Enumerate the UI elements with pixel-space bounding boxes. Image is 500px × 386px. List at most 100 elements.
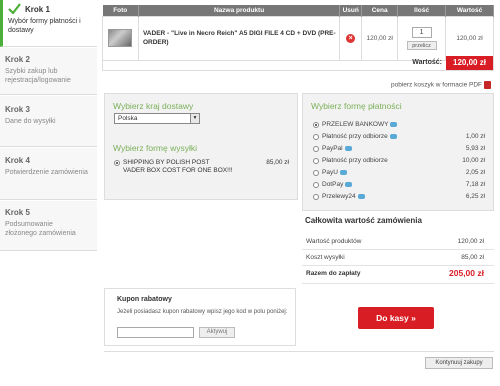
summary-title: Całkowita wartość zamówienia (305, 216, 422, 225)
step-5: Krok 5 Podsumowanie złożonego zamówienia (0, 201, 97, 251)
table-row: VADER - "Live in Necro Reich" A5 DIGI FI… (102, 15, 494, 61)
summary-total-value: 205,00 zł (449, 268, 484, 278)
summary-value: 120,00 zł (457, 238, 484, 245)
product-thumbnail-cell (102, 15, 139, 61)
step-3: Krok 3 Dane do wysyłki (0, 96, 97, 147)
payment-price: 7,18 zł (465, 181, 485, 188)
product-name[interactable]: VADER - "Live in Necro Reich" A5 DIGI FI… (137, 15, 341, 61)
product-value: 120,00 zł (445, 15, 494, 61)
continue-shopping-button[interactable]: Kontynuuj zakupy (425, 357, 493, 369)
payment-option[interactable]: Płatność przy odbiorze 10,00 zł (303, 156, 493, 167)
coupon-desc: Jeżeli posiadasz kupon rabatowy wpisz je… (117, 309, 288, 315)
info-icon[interactable] (339, 169, 347, 175)
shipping-panel: Wybierz kraj dostawy Polska ▼ Wybierz fo… (104, 93, 298, 200)
cart-table: Foto Nazwa produktu Usuń Cena Ilość Wart… (102, 5, 494, 61)
payment-label: PayU (322, 169, 347, 176)
country-title: Wybierz kraj dostawy (113, 101, 194, 111)
coupon-activate-button[interactable]: Aktywuj (199, 327, 235, 338)
payment-label: Płatność przy odbiorze (322, 133, 397, 140)
shipping-method-price: 85,00 zł (266, 159, 289, 166)
payment-panel: Wybierz formę płatności PRZELEW BANKOWY … (302, 93, 494, 211)
product-price: 120,00 zł (361, 15, 399, 61)
column-header: Wartość (445, 5, 494, 16)
remove-icon[interactable]: × (346, 33, 356, 43)
payment-radio[interactable] (313, 194, 319, 200)
step-4: Krok 4 Potwierdzenie zamówienia (0, 148, 97, 200)
payment-price: 10,00 zł (462, 157, 485, 164)
payment-label: DotPay (322, 181, 353, 188)
step-1: Krok 1 Wybór formy płatności i dostawy (0, 0, 97, 47)
checkout-button[interactable]: Do kasy » (358, 307, 434, 329)
payment-label: Płatność przy odbiorze (322, 157, 388, 164)
step-desc: Wybór formy płatności i dostawy (8, 18, 81, 34)
payment-option[interactable]: PRZELEW BANKOWY (303, 120, 493, 131)
step-desc: Podsumowanie złożonego zamówienia (5, 221, 76, 237)
step-desc: Potwierdzenie zamówienia (5, 169, 88, 176)
payment-price: 1,00 zł (465, 133, 485, 140)
summary-row: Koszt wysyłki 85,00 zł (302, 250, 494, 266)
payment-option[interactable]: Płatność przy odbiorze 1,00 zł (303, 132, 493, 143)
payment-label: PayPal (322, 145, 352, 152)
payment-option[interactable]: PayU 2,05 zł (303, 168, 493, 179)
info-icon[interactable] (390, 121, 398, 127)
step-title: Krok 1 (25, 5, 50, 14)
step-desc: Dane do wysyłki (5, 118, 56, 125)
coupon-input[interactable] (117, 327, 194, 338)
step-desc: Szybki zakup lub rejestracja/logowanie (5, 68, 71, 84)
cart-total-value: 120,00 zł (446, 56, 493, 70)
payment-option[interactable]: Przelewy24 6,25 zł (303, 192, 493, 203)
summary-row: Wartość produktów 120,00 zł (302, 234, 494, 250)
summary-label: Koszt wysyłki (306, 254, 345, 261)
pdf-icon[interactable] (484, 81, 491, 89)
pdf-download-link[interactable]: pobierz koszyk w formacie PDF (391, 81, 491, 89)
coupon-box: Kupon rabatowy Jeżeli posiadasz kupon ra… (104, 288, 296, 346)
payment-radio[interactable] (313, 122, 319, 128)
coupon-title: Kupon rabatowy (117, 296, 172, 303)
shipping-method-title: Wybierz formę wysyłki (113, 143, 197, 153)
payment-radio[interactable] (313, 182, 319, 188)
info-icon[interactable] (345, 181, 353, 187)
column-header: Foto (102, 5, 139, 16)
summary-total-row: Razem do zapłaty 205,00 zł (302, 266, 494, 284)
column-header: Ilość (397, 5, 447, 16)
pdf-link-label[interactable]: pobierz koszyk w formacie PDF (391, 82, 482, 89)
chevron-down-icon[interactable]: ▼ (190, 114, 199, 123)
summary-label: Wartość produktów (306, 238, 362, 245)
cart-total-row: Wartość: 120,00 zł (102, 56, 494, 71)
step-title: Krok 5 (5, 208, 30, 217)
payment-radio[interactable] (313, 134, 319, 140)
payment-radio[interactable] (313, 170, 319, 176)
cart-total-label: Wartość: (412, 59, 442, 66)
step-title: Krok 4 (5, 156, 30, 165)
summary-label: Razem do zapłaty (306, 270, 361, 277)
column-header: Cena (361, 5, 399, 16)
shipping-method-label: SHIPPING BY POLISH POST VADER BOX COST F… (123, 159, 233, 174)
column-header: Nazwa produktu (138, 5, 341, 16)
payment-price: 2,05 zł (465, 169, 485, 176)
quantity-input[interactable]: 1 (411, 26, 432, 38)
info-icon[interactable] (389, 133, 397, 139)
shipping-method-radio[interactable] (114, 160, 120, 166)
country-select[interactable]: Polska ▼ (114, 113, 200, 124)
quantity-cell: 1 przelicz (397, 15, 447, 61)
info-icon[interactable] (357, 193, 365, 199)
product-thumbnail[interactable] (108, 29, 133, 47)
step-2: Krok 2 Szybki zakup lub rejestracja/logo… (0, 48, 97, 95)
divider (104, 351, 494, 352)
payment-option[interactable]: DotPay 7,18 zł (303, 180, 493, 191)
info-icon[interactable] (344, 145, 352, 151)
payment-label: Przelewy24 (322, 193, 365, 200)
summary-value: 85,00 zł (461, 254, 484, 261)
payment-price: 6,25 zł (465, 193, 485, 200)
recalculate-button[interactable]: przelicz (406, 40, 437, 50)
payment-option[interactable]: PayPal 5,93 zł (303, 144, 493, 155)
payment-radio[interactable] (313, 158, 319, 164)
step-title: Krok 2 (5, 55, 30, 64)
country-value: Polska (118, 115, 138, 122)
payment-label: PRZELEW BANKOWY (322, 121, 398, 128)
column-header: Usuń (339, 5, 363, 16)
payment-price: 5,93 zł (465, 145, 485, 152)
payment-radio[interactable] (313, 146, 319, 152)
delete-cell: × (339, 15, 363, 61)
step-title: Krok 3 (5, 105, 30, 114)
